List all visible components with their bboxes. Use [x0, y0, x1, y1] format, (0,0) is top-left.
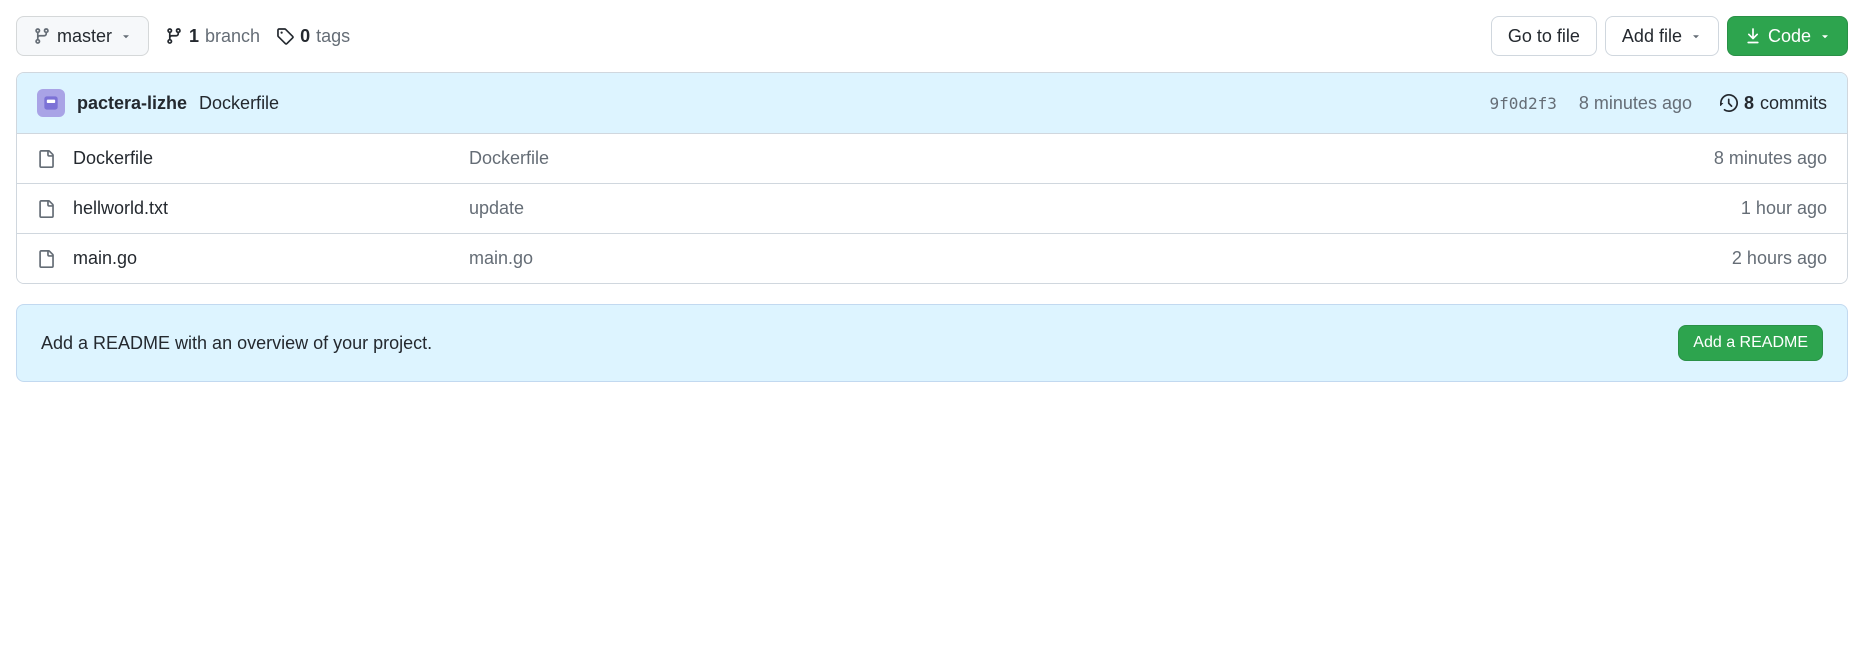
branch-count: 1 [189, 26, 199, 47]
add-readme-button[interactable]: Add a README [1678, 325, 1823, 361]
commit-label: commits [1760, 93, 1827, 114]
code-label: Code [1768, 25, 1811, 47]
file-time: 1 hour ago [1741, 198, 1827, 219]
file-icon [37, 150, 57, 168]
tag-icon [276, 27, 294, 45]
tag-label: tags [316, 26, 350, 47]
latest-commit-header: pactera-lizhe Dockerfile 9f0d2f3 8 minut… [17, 73, 1847, 133]
branches-link[interactable]: 1 branch [165, 26, 260, 47]
commit-message-link[interactable]: Dockerfile [199, 93, 279, 114]
toolbar-left: master 1 branch 0 tags [16, 16, 1475, 56]
branch-selector-button[interactable]: master [16, 16, 149, 56]
tag-count: 0 [300, 26, 310, 47]
file-name-link[interactable]: Dockerfile [73, 148, 453, 169]
add-readme-label: Add a README [1693, 332, 1808, 354]
caret-down-icon [1819, 30, 1831, 42]
branch-label: branch [205, 26, 260, 47]
go-to-file-button[interactable]: Go to file [1491, 16, 1597, 56]
commit-sha-link[interactable]: 9f0d2f3 [1489, 94, 1556, 113]
add-file-button[interactable]: Add file [1605, 16, 1719, 56]
commit-author-link[interactable]: pactera-lizhe [77, 93, 187, 114]
file-commit-link[interactable]: update [469, 198, 1725, 219]
go-to-file-label: Go to file [1508, 25, 1580, 47]
caret-down-icon [1690, 30, 1702, 42]
branch-selector-label: master [57, 25, 112, 47]
readme-prompt-text: Add a README with an overview of your pr… [41, 333, 1662, 354]
readme-prompt: Add a README with an overview of your pr… [16, 304, 1848, 382]
download-icon [1744, 27, 1762, 45]
git-branch-icon [165, 27, 183, 45]
add-file-label: Add file [1622, 25, 1682, 47]
file-name-link[interactable]: hellworld.txt [73, 198, 453, 219]
repo-toolbar: master 1 branch 0 tags [16, 16, 1848, 56]
file-row: hellworld.txt update 1 hour ago [17, 183, 1847, 233]
caret-down-icon [120, 30, 132, 42]
file-name-link[interactable]: main.go [73, 248, 453, 269]
file-list-box: pactera-lizhe Dockerfile 9f0d2f3 8 minut… [16, 72, 1848, 284]
history-icon [1720, 94, 1738, 112]
file-time: 2 hours ago [1732, 248, 1827, 269]
git-branch-icon [33, 27, 51, 45]
file-rows: Dockerfile Dockerfile 8 minutes ago hellwor… [17, 133, 1847, 283]
commit-count: 8 [1744, 93, 1754, 114]
commit-time-link[interactable]: 8 minutes ago [1579, 93, 1692, 114]
avatar[interactable] [37, 89, 65, 117]
file-commit-link[interactable]: Dockerfile [469, 148, 1698, 169]
commits-history-link[interactable]: 8 commits [1720, 93, 1827, 114]
file-commit-link[interactable]: main.go [469, 248, 1716, 269]
code-button[interactable]: Code [1727, 16, 1848, 56]
file-row: Dockerfile Dockerfile 8 minutes ago [17, 133, 1847, 183]
tags-link[interactable]: 0 tags [276, 26, 350, 47]
toolbar-right: Go to file Add file Code [1491, 16, 1848, 56]
file-icon [37, 200, 57, 218]
file-icon [37, 250, 57, 268]
file-row: main.go main.go 2 hours ago [17, 233, 1847, 283]
file-time: 8 minutes ago [1714, 148, 1827, 169]
